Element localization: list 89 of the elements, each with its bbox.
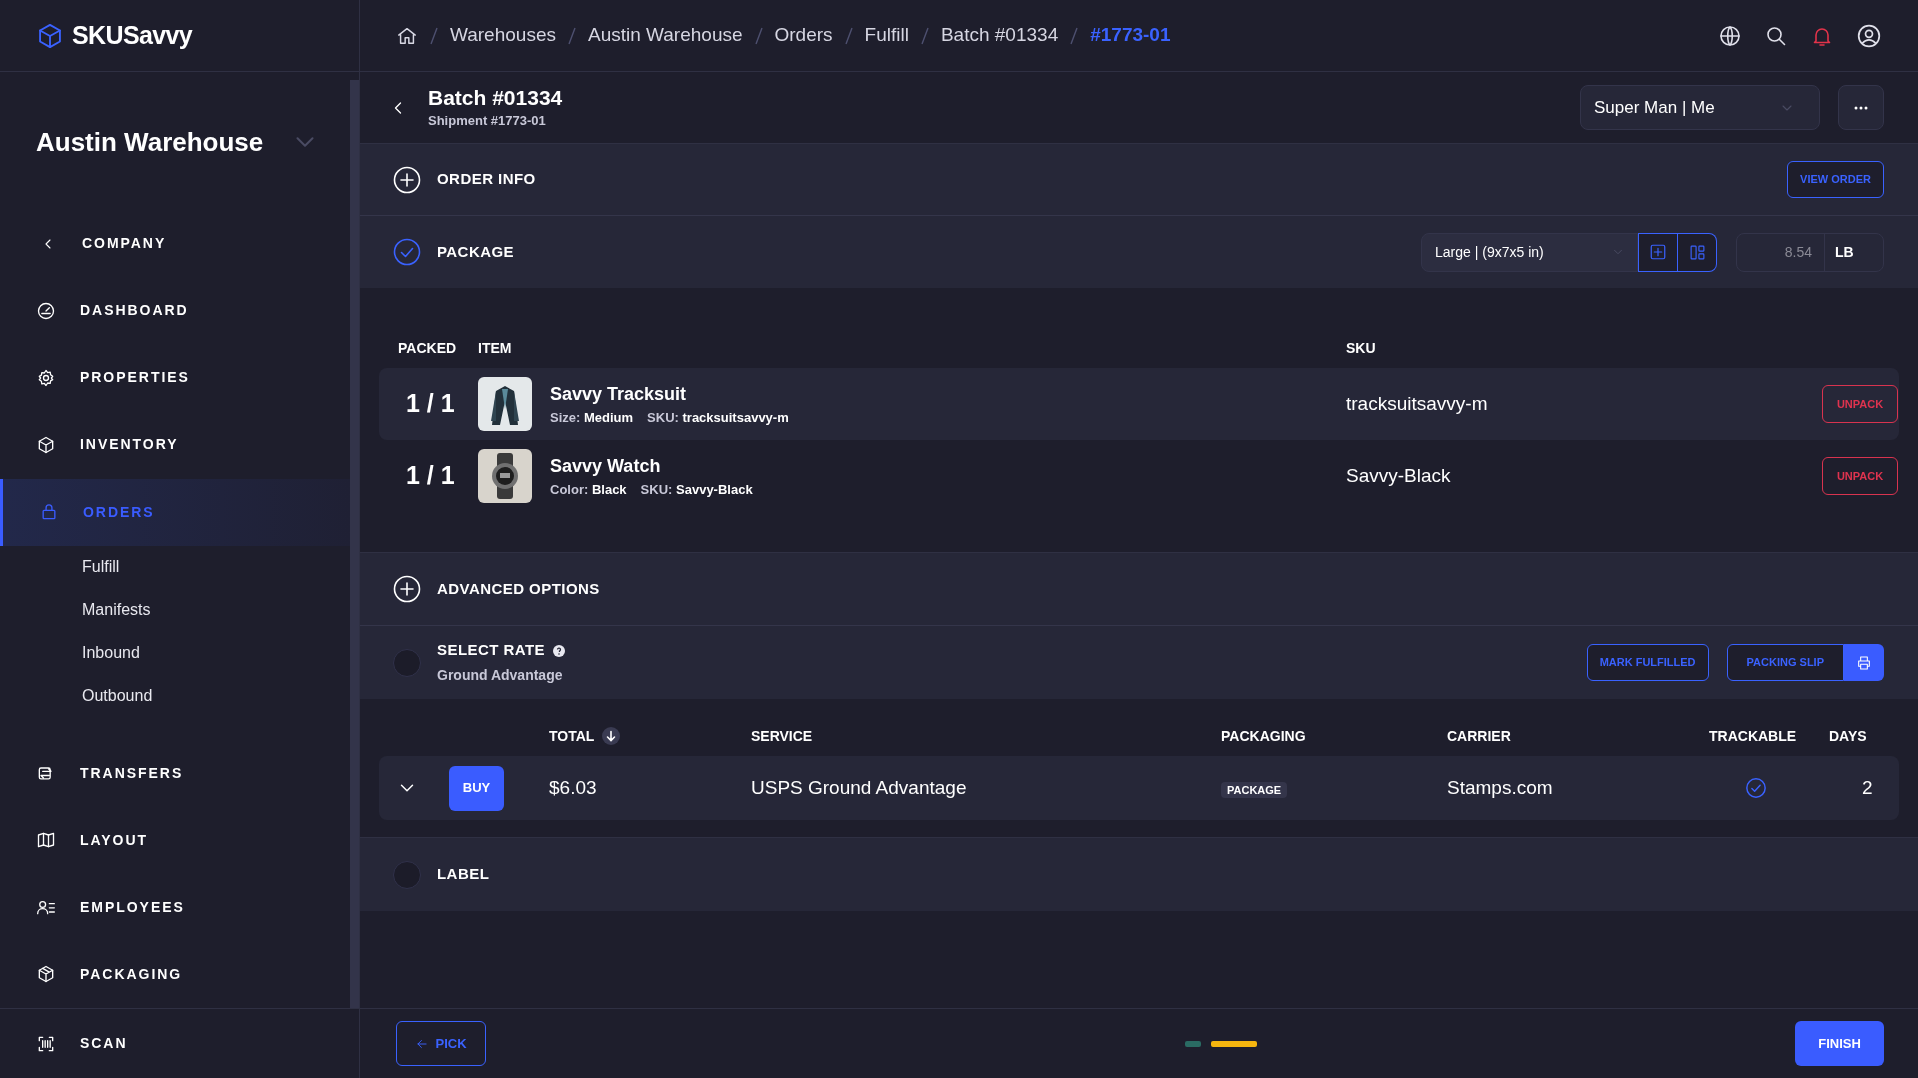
plus-circle-icon[interactable] — [393, 165, 421, 194]
radio-button[interactable] — [393, 860, 421, 889]
printer-icon — [1856, 654, 1872, 671]
section-title: LABEL — [437, 864, 490, 885]
nav-item[interactable]: PACKAGING — [0, 940, 350, 1008]
layout-icon — [1688, 243, 1706, 261]
column-header: SKU — [1346, 338, 1377, 358]
breadcrumb-separator-icon — [920, 26, 929, 45]
print-button[interactable] — [1844, 644, 1884, 681]
breadcrumb-separator-icon — [430, 26, 438, 45]
item-row[interactable]: 1 / 1 Savvy Tracksuit Size: Medium SKU: tracksuitsavvy-m tracksuitsavvy-m UNPACK — [379, 368, 1899, 440]
plus-square-icon — [1649, 243, 1667, 261]
gauge-icon — [36, 300, 56, 321]
nav-item[interactable]: TRANSFERS — [0, 739, 350, 807]
nav-item[interactable]: EMPLOYEES — [0, 873, 350, 941]
breadcrumb-separator-icon — [1070, 26, 1079, 45]
unpack-button[interactable]: UNPACK — [1822, 457, 1898, 495]
nav-item[interactable]: INVENTORY — [0, 411, 350, 479]
service-cell-text: USPS Ground Advantage — [751, 775, 968, 800]
chevron-down-icon — [296, 137, 314, 148]
item-attribute: SKU: tracksuitsavvy-m — [647, 408, 789, 427]
add-box-button[interactable] — [1638, 232, 1678, 272]
layout-button[interactable] — [1678, 232, 1717, 272]
column-header: SERVICE — [751, 726, 813, 746]
section-title: ADVANCED OPTIONS — [437, 578, 600, 599]
breadcrumb-separator-icon — [754, 26, 763, 45]
user-select[interactable]: Super Man | Me — [1580, 85, 1820, 130]
sub-nav-item[interactable]: Manifests — [0, 588, 350, 632]
total-cell-text: $6.03 — [549, 775, 598, 800]
user-icon[interactable] — [1856, 22, 1882, 49]
logo-text: SKUSavvy — [72, 19, 193, 51]
back-nav-item[interactable]: COMPANY — [0, 210, 350, 278]
check-circle-icon[interactable] — [393, 238, 421, 266]
section-title: ORDER INFO — [437, 169, 536, 190]
packaging-tag: PACKAGE — [1221, 781, 1288, 798]
sku-text: tracksuitsavvy-m — [1346, 391, 1489, 416]
gear-icon — [36, 367, 56, 388]
column-header: DAYS — [1829, 726, 1867, 746]
rate-subtitle: Ground Advantage — [437, 665, 564, 685]
column-header[interactable]: TOTAL — [549, 725, 595, 747]
plus-circle-icon[interactable] — [393, 575, 421, 603]
breadcrumb-link[interactable]: Batch #01334 — [940, 21, 1059, 50]
packed-count: 1 / 1 — [405, 388, 456, 420]
help-icon[interactable] — [553, 644, 565, 657]
item-name: Savvy Tracksuit — [550, 382, 688, 406]
item-attribute: Color: Black — [550, 480, 627, 499]
cube-icon — [36, 434, 56, 455]
column-header: PACKED — [397, 338, 458, 358]
item-attribute: SKU: Savvy-Black — [640, 480, 753, 499]
breadcrumb-link[interactable]: Orders — [774, 21, 833, 50]
breadcrumb-link[interactable]: Austin Warehouse — [587, 21, 743, 50]
radio-button[interactable] — [393, 648, 421, 677]
section-title: PACKAGE — [437, 241, 515, 262]
warehouse-name: Austin Warehouse — [36, 125, 264, 159]
sub-nav-item[interactable]: Outbound — [0, 674, 350, 718]
column-header: CARRIER — [1447, 726, 1511, 746]
box-icon — [36, 964, 56, 985]
item-name: Savvy Watch — [550, 454, 662, 478]
buy-button[interactable]: BUY — [449, 765, 504, 811]
breadcrumb-separator-icon — [844, 26, 853, 45]
scrollbar[interactable] — [350, 80, 359, 1008]
nav-item[interactable]: PROPERTIES — [0, 344, 350, 412]
column-header: PACKAGING — [1221, 726, 1306, 746]
breadcrumb-link[interactable]: Warehouses — [450, 21, 556, 50]
packed-count: 1 / 1 — [405, 460, 456, 492]
logo-cube-icon — [36, 21, 64, 50]
batch-title: Batch #01334 — [428, 84, 563, 111]
finish-button[interactable]: FINISH — [1795, 1021, 1884, 1066]
column-header: TRACKABLE — [1709, 726, 1797, 746]
breadcrumb-link[interactable]: Fulfill — [864, 21, 909, 50]
item-attribute: Size: Medium — [550, 408, 634, 427]
breadcrumb-separator-icon — [567, 26, 576, 45]
check-circle-icon — [1745, 777, 1767, 799]
nav-item[interactable]: DASHBOARD — [0, 277, 350, 345]
sub-nav-item[interactable]: Inbound — [0, 631, 350, 675]
ellipsis-icon — [1854, 105, 1868, 110]
nav-item[interactable]: LAYOUT — [0, 806, 350, 874]
box-size-select[interactable]: Large | (9x7x5 in) — [1421, 232, 1638, 272]
carrier-cell-text: Stamps.com — [1447, 775, 1554, 800]
globe-icon[interactable] — [1718, 23, 1742, 48]
section-title: SELECT RATE — [437, 640, 545, 661]
shipment-subtitle: Shipment #1773-01 — [428, 111, 547, 130]
nav-item[interactable]: SCAN — [0, 1008, 359, 1078]
rate-row[interactable]: BUY $6.03 USPS Ground Advantage PACKAGE Stamps.com 2 — [379, 756, 1899, 820]
days-cell-text: 2 — [1861, 775, 1874, 800]
column-header: ITEM — [478, 338, 513, 358]
weight-field[interactable]: 8.54 LB — [1736, 232, 1884, 272]
sub-nav-item[interactable]: Fulfill — [0, 545, 350, 589]
sku-text: Savvy-Black — [1346, 463, 1452, 488]
